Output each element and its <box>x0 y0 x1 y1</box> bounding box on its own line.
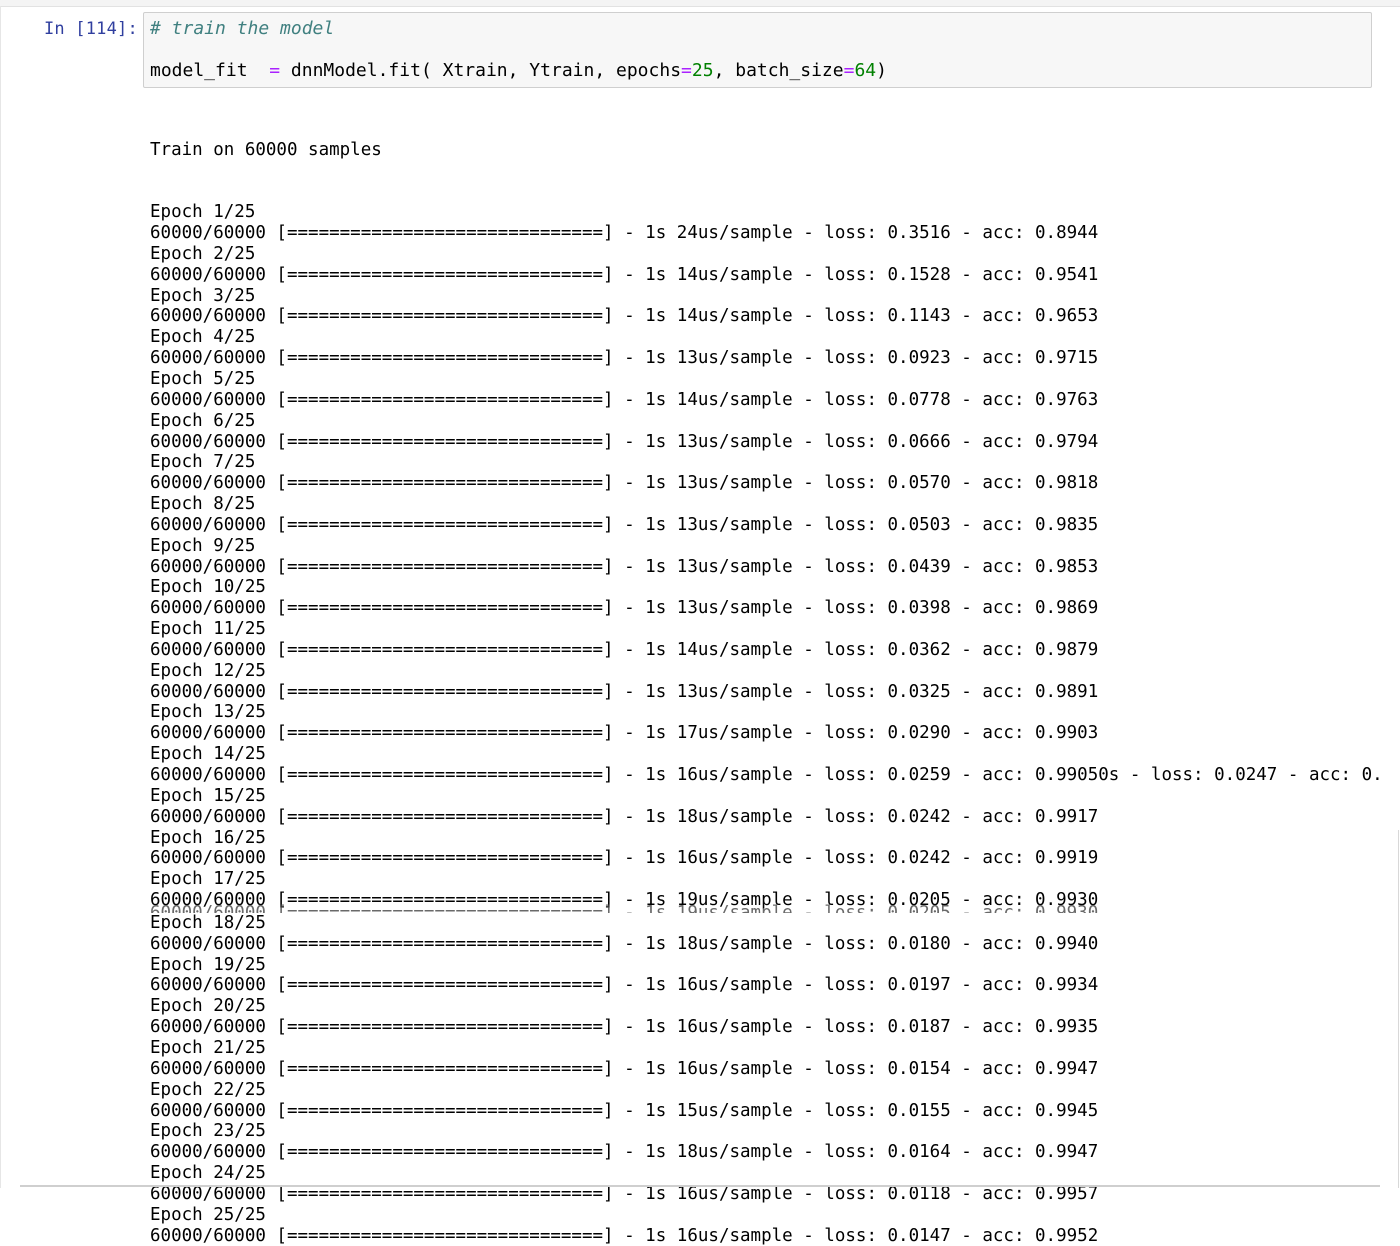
epoch-progress-line: 60000/60000 [===========================… <box>150 431 1099 452</box>
code-number: 25 <box>691 60 714 81</box>
epoch-progress-line: 60000/60000 [===========================… <box>150 1142 1099 1163</box>
epoch-label: Epoch 8/25 <box>150 494 256 515</box>
epoch-progress-line: 60000/60000 [===========================… <box>150 723 1099 744</box>
epoch-label: Epoch 14/25 <box>150 744 266 765</box>
epoch-label: Epoch 7/25 <box>150 452 256 473</box>
epoch-progress-line: 60000/60000 [===========================… <box>150 639 1099 660</box>
epoch-progress-line: 60000/60000 [===========================… <box>150 1183 1099 1204</box>
code-operator: = <box>681 60 692 81</box>
code-text: ) <box>876 60 887 81</box>
epoch-progress-line: 60000/60000 [===========================… <box>150 306 1099 327</box>
epoch-label: Epoch 18/25 <box>150 912 266 933</box>
epoch-progress-line: 60000/60000 [===========================… <box>150 1225 1099 1246</box>
epoch-progress-line: 60000/60000 [===========================… <box>150 765 1383 785</box>
epoch-progress-line: 60000/60000 [===========================… <box>150 848 1099 869</box>
notebook-top-border <box>0 0 1400 7</box>
code-comment: # train the model <box>150 18 335 39</box>
epoch-label: Epoch 20/25 <box>150 996 266 1017</box>
epoch-label: Epoch 17/25 <box>150 869 266 890</box>
epoch-label: Epoch 1/25 <box>150 202 256 223</box>
output-scrollbar-edge[interactable] <box>1398 830 1399 1188</box>
epoch-label: Epoch 13/25 <box>150 702 266 723</box>
epoch-label: Epoch 15/25 <box>150 785 266 806</box>
cell-output: Train on 60000 samples Epoch 1/25 60000/6… <box>150 98 1383 1246</box>
epoch-label: Epoch 23/25 <box>150 1121 266 1142</box>
epoch-label: Epoch 22/25 <box>150 1079 266 1100</box>
cell-bottom-border <box>20 1185 1380 1187</box>
epoch-label: Epoch 5/25 <box>150 368 256 389</box>
epoch-progress-line: 60000/60000 [===========================… <box>150 1100 1099 1121</box>
epoch-progress-line: 60000/60000 [===========================… <box>150 806 1099 827</box>
code-number: 64 <box>854 60 877 81</box>
epoch-label: Epoch 16/25 <box>150 827 266 848</box>
epoch-progress-line: 60000/60000 [===========================… <box>150 514 1099 535</box>
epoch-progress-line: 60000/60000 [===========================… <box>150 1017 1099 1038</box>
epoch-progress-line: 60000/60000 [===========================… <box>150 933 1099 954</box>
code-input-area[interactable]: # train the model model_fit = dnnModel.f… <box>143 12 1372 88</box>
epoch-label: Epoch 9/25 <box>150 535 256 556</box>
output-header: Train on 60000 samples <box>150 139 382 160</box>
code-text: model_fit <box>150 60 270 81</box>
epoch-progress-line: 60000/60000 [===========================… <box>150 223 1099 244</box>
render-artifact-line: 60000/60000 [===========================… <box>150 902 1099 913</box>
epoch-progress-line: 60000/60000 [===========================… <box>150 348 1099 369</box>
code-line-2[interactable]: model_fit = dnnModel.fit( Xtrain, Ytrain… <box>150 60 887 82</box>
cell-prompt: In [114]: <box>44 19 138 39</box>
epoch-progress-line: 60000/60000 [===========================… <box>150 556 1099 577</box>
epoch-progress-line: 60000/60000 [===========================… <box>150 473 1099 494</box>
epoch-progress-line: 60000/60000 [===========================… <box>150 389 1099 410</box>
epoch-progress-line: 60000/60000 [===========================… <box>150 264 1099 285</box>
epoch-progress-line: 60000/60000 [===========================… <box>150 681 1099 702</box>
code-line-1[interactable]: # train the model <box>150 18 334 40</box>
epoch-progress-line: 60000/60000 [===========================… <box>150 1058 1099 1079</box>
epoch-label: Epoch 6/25 <box>150 410 256 431</box>
epoch-label: Epoch 4/25 <box>150 327 256 348</box>
code-text: , batch_size <box>713 60 844 81</box>
epoch-label: Epoch 25/25 <box>150 1204 266 1225</box>
code-operator: = <box>843 60 855 81</box>
epoch-label: Epoch 21/25 <box>150 1037 266 1058</box>
epoch-label: Epoch 3/25 <box>150 285 256 306</box>
epoch-progress-line: 60000/60000 [===========================… <box>150 975 1099 996</box>
epoch-progress-line: 60000/60000 [===========================… <box>150 598 1099 619</box>
epoch-label: Epoch 10/25 <box>150 577 266 598</box>
epoch-label: Epoch 24/25 <box>150 1163 266 1184</box>
code-operator: = <box>269 60 281 81</box>
code-text: dnnModel.fit( Xtrain, Ytrain, epochs <box>280 60 682 81</box>
epoch-label: Epoch 11/25 <box>150 619 266 640</box>
epoch-label: Epoch 2/25 <box>150 243 256 264</box>
epoch-label: Epoch 19/25 <box>150 954 266 975</box>
epoch-label: Epoch 12/25 <box>150 660 266 681</box>
cell-left-border <box>0 6 1 1188</box>
